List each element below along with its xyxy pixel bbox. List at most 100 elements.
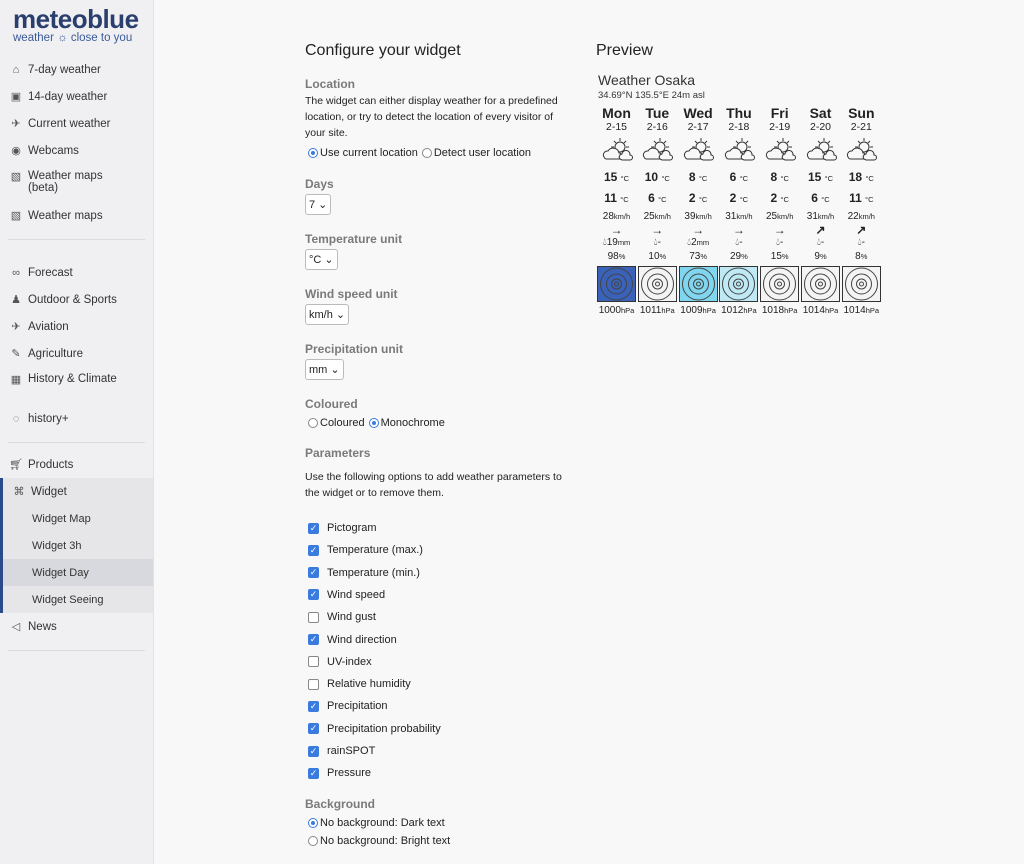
wind-direction-arrow-icon: →: [692, 223, 705, 237]
checkbox[interactable]: [308, 611, 319, 623]
widget-location-title[interactable]: Weather Osaka: [598, 72, 695, 88]
sidebar-item[interactable]: ∞ Forecast: [0, 259, 153, 286]
sidebar-item[interactable]: ⌂ 7-day weather: [0, 56, 153, 83]
sidebar-item[interactable]: ▧ Weather maps (beta): [0, 164, 153, 202]
satellite-icon: ✈: [11, 118, 21, 130]
sidebar-subitem-widget[interactable]: Widget Seeing: [3, 586, 153, 613]
plane-icon: ✈: [11, 321, 21, 333]
parameter-option[interactable]: ✓ Precipitation: [308, 700, 388, 712]
detect-user-location-radio[interactable]: [421, 148, 432, 158]
day-column: Sun 2-21 18 °C 11 °C 22km/h ↗ 💧︎- 8% 101…: [841, 105, 882, 316]
chevron-down-icon: ⌄: [324, 254, 334, 266]
parameter-option[interactable]: ✓ Wind direction: [308, 634, 397, 646]
parameters-description: Use the following options to add weather…: [305, 471, 562, 499]
day-column: Thu 2-18 6 °C 2 °C 31km/h → 💧︎- 29% 1012…: [718, 105, 759, 316]
sidebar-item-products[interactable]: 🛒︎ Products: [0, 451, 153, 478]
parameter-option[interactable]: ✓ Precipitation probability: [308, 723, 441, 735]
parameter-option[interactable]: Wind gust: [308, 611, 376, 623]
checkbox[interactable]: ✓: [308, 745, 319, 757]
parameter-option[interactable]: Relative humidity: [308, 678, 411, 690]
rainspot: [841, 266, 881, 302]
parameter-option[interactable]: ✓ Pictogram: [308, 522, 377, 534]
parameter-option[interactable]: ✓ Pressure: [308, 767, 371, 779]
weather-pictogram-icon: [724, 138, 755, 161]
checkbox[interactable]: ✓: [308, 634, 319, 645]
coloured-radio[interactable]: [308, 418, 318, 428]
wind-direction-arrow-icon: →: [773, 223, 786, 237]
rainspot: [597, 266, 636, 302]
checkbox[interactable]: [308, 678, 319, 690]
webcam-icon: ◉: [11, 145, 21, 157]
sidebar-item-news[interactable]: ◁ News: [0, 613, 153, 640]
chart-icon: ▦: [10, 373, 22, 386]
sidebar-item[interactable]: ▦ History & Climate: [0, 367, 153, 405]
sidebar-item[interactable]: ◉ Webcams: [0, 137, 153, 164]
checkbox[interactable]: ✓: [308, 767, 319, 779]
divider: [8, 442, 145, 443]
checkbox[interactable]: ✓: [308, 589, 319, 601]
checkbox[interactable]: [308, 656, 319, 668]
checkbox[interactable]: ✓: [308, 544, 319, 556]
sidebar-item-widget[interactable]: ⌘ Widget: [3, 478, 153, 505]
sidebar-subitem-widget[interactable]: Widget 3h: [3, 532, 153, 559]
background-label: Background: [305, 797, 376, 811]
rainspot: [801, 266, 840, 302]
wind-direction-arrow-icon: →: [651, 223, 664, 237]
day-column: Mon 2-15 15 °C 11 °C 28km/h → 💧︎19mm 98%…: [596, 105, 637, 316]
sidebar-item[interactable]: ✈ Aviation: [0, 313, 153, 340]
sidebar-subitem-widget[interactable]: Widget Map: [3, 505, 153, 532]
day-column: Fri 2-19 8 °C 2 °C 25km/h → 💧︎- 15% 1018…: [759, 105, 800, 316]
bright-text-radio[interactable]: [308, 836, 318, 846]
wind-direction-arrow-icon: ↗: [815, 223, 826, 237]
location-label: Location: [305, 77, 355, 91]
parameter-option[interactable]: UV-index: [308, 656, 372, 668]
temperature-unit-select[interactable]: °C ⌄: [305, 249, 338, 270]
checkbox[interactable]: ✓: [308, 522, 319, 534]
weather-pictogram-icon: [765, 138, 796, 161]
monochrome-radio[interactable]: [368, 418, 379, 428]
day-column: Tue 2-16 10 °C 6 °C 25km/h → 💧︎- 10% 101…: [637, 105, 678, 316]
parameter-option[interactable]: ✓ Wind speed: [308, 589, 385, 601]
checkbox[interactable]: ✓: [308, 723, 319, 735]
parameter-option[interactable]: ✓ rainSPOT: [308, 745, 375, 757]
form-title: Configure your widget: [305, 42, 461, 59]
use-current-location-radio[interactable]: [308, 148, 318, 158]
divider: [8, 650, 145, 651]
map-icon: ▧: [10, 210, 22, 222]
sidebar-item[interactable]: ▧ Weather maps: [0, 202, 153, 229]
days-label: Days: [305, 177, 334, 191]
parameter-option[interactable]: ✓ Temperature (min.): [308, 567, 420, 579]
checkbox[interactable]: ✓: [308, 567, 319, 579]
divider: [8, 239, 145, 240]
checkbox[interactable]: ✓: [308, 700, 319, 712]
sidebar: meteoblue weather ☼ close to you ⌂ 7-day …: [0, 0, 154, 864]
calendar-icon: ▣: [10, 91, 22, 103]
dark-text-radio[interactable]: [308, 818, 318, 828]
rainspot: [719, 266, 759, 302]
rainspot: [760, 266, 800, 302]
widget-icon: ⌘: [13, 486, 25, 498]
weather-pictogram-icon: [847, 138, 878, 161]
sidebar-item[interactable]: ◌ history+: [0, 405, 153, 432]
sidebar-item[interactable]: ♟ Outdoor & Sports: [0, 286, 153, 313]
glasses-icon: ∞: [12, 266, 20, 279]
sidebar-item[interactable]: ✎ Agriculture: [0, 340, 153, 367]
location-description: The widget can either display weather fo…: [305, 95, 558, 139]
weather-pictogram-icon: [684, 138, 715, 161]
days-select[interactable]: 7 ⌄: [305, 194, 332, 215]
meteoblue-logo[interactable]: meteoblue weather ☼ close to you: [13, 4, 139, 44]
home-icon: ⌂: [12, 63, 20, 76]
sidebar-item[interactable]: ✈ Current weather: [0, 110, 153, 137]
history-icon: ◌: [12, 412, 20, 425]
rainspot: [637, 266, 677, 302]
parameter-option[interactable]: ✓ Temperature (max.): [308, 544, 423, 556]
sidebar-item[interactable]: ▣ 14-day weather: [0, 83, 153, 110]
preview-title: Preview: [596, 42, 653, 59]
wind-speed-unit-label: Wind speed unit: [305, 287, 398, 301]
precipitation-unit-select[interactable]: mm ⌄: [305, 359, 344, 380]
wind-speed-unit-select[interactable]: km/h ⌄: [305, 304, 350, 325]
wind-direction-arrow-icon: ↗: [856, 223, 867, 237]
sidebar-subitem-widget[interactable]: Widget Day: [3, 559, 153, 586]
parameters-label: Parameters: [305, 446, 371, 460]
wind-direction-arrow-icon: →: [732, 223, 745, 237]
